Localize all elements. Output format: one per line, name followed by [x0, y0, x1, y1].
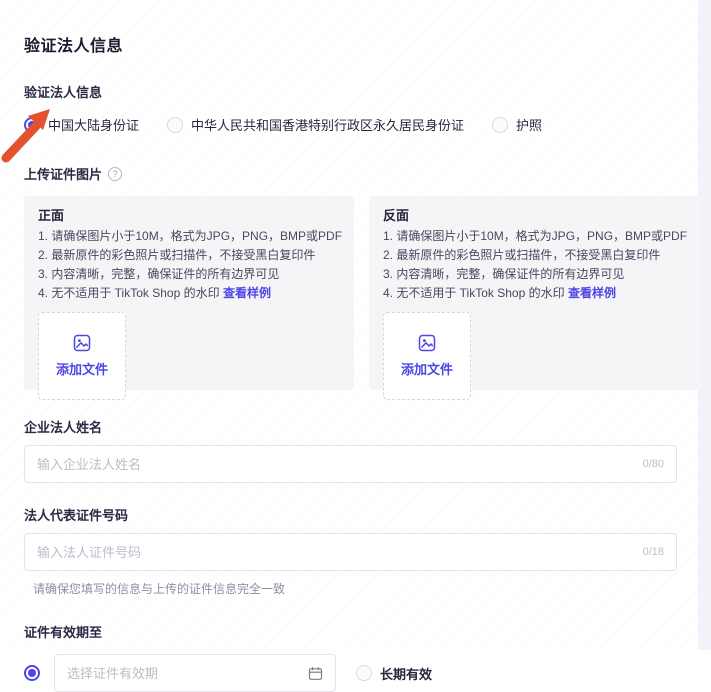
- card-front-title: 正面: [38, 208, 65, 223]
- legal-name-field[interactable]: 0/80: [24, 445, 677, 483]
- id-number-helper: 请确保您填写的信息与上传的证件信息完全一致: [33, 582, 286, 596]
- radio-unselected-icon[interactable]: [356, 665, 372, 681]
- rule-item: 1. 请确保图片小于10M，格式为JPG，PNG，BMP或PDF: [383, 229, 688, 243]
- radio-mainland-id-label: 中国大陆身份证: [48, 118, 140, 133]
- long-term-label: 长期有效: [380, 666, 433, 682]
- add-file-dropzone-back[interactable]: 添加文件: [383, 312, 471, 400]
- legal-name-input[interactable]: [37, 456, 635, 472]
- id-number-input[interactable]: [37, 544, 635, 560]
- view-sample-link[interactable]: 查看样例: [223, 286, 271, 300]
- radio-passport[interactable]: 护照: [492, 115, 542, 134]
- upload-card-front: 正面 1. 请确保图片小于10M，格式为JPG，PNG，BMP或PDF 2. 最…: [24, 196, 354, 400]
- upload-section-label: 上传证件图片: [24, 167, 103, 182]
- date-picker-field[interactable]: [54, 654, 336, 692]
- radio-long-term[interactable]: 长期有效: [356, 664, 432, 683]
- radio-hk-permanent-id-label: 中华人民共和国香港特别行政区永久居民身份证: [191, 118, 465, 133]
- rule-item: 3. 内容清晰，完整，确保证件的所有边界可见: [383, 267, 625, 281]
- radio-selected-icon[interactable]: [24, 116, 40, 133]
- radio-date-selected[interactable]: [24, 665, 40, 681]
- verify-legal-person-panel: 验证法人信息 验证法人信息 中国大陆身份证 中华人民共和国香港特别行政区永久居民…: [1, 32, 702, 692]
- id-type-radio-group: 中国大陆身份证 中华人民共和国香港特别行政区永久居民身份证 护照: [24, 115, 677, 134]
- rule-item: 4. 无不适用于 TikTok Shop 的水印 查看样例: [38, 286, 271, 300]
- radio-unselected-icon[interactable]: [492, 116, 509, 133]
- legal-name-counter: 0/80: [642, 458, 664, 470]
- card-back-rules: 1. 请确保图片小于10M，格式为JPG，PNG，BMP或PDF 2. 最新原件…: [383, 227, 687, 303]
- upload-card-back: 反面 1. 请确保图片小于10M，格式为JPG，PNG，BMP或PDF 2. 最…: [369, 196, 702, 400]
- add-file-dropzone-front[interactable]: 添加文件: [38, 312, 126, 400]
- radio-unselected-icon[interactable]: [167, 116, 184, 133]
- id-number-counter: 0/18: [642, 546, 664, 558]
- card-back-title: 反面: [383, 208, 410, 223]
- id-number-label: 法人代表证件号码: [24, 508, 129, 523]
- radio-mainland-id[interactable]: 中国大陆身份证: [24, 115, 139, 134]
- add-file-label: 添加文件: [400, 362, 453, 377]
- validity-row: 长期有效: [24, 654, 677, 692]
- upload-cards: 正面 1. 请确保图片小于10M，格式为JPG，PNG，BMP或PDF 2. 最…: [24, 196, 702, 400]
- rule-item: 2. 最新原件的彩色照片或扫描件，不接受黑白复印件: [383, 248, 661, 262]
- rule-item: 3. 内容清晰，完整，确保证件的所有边界可见: [38, 267, 280, 281]
- date-picker-input[interactable]: [67, 665, 300, 681]
- help-question-icon[interactable]: ?: [108, 166, 123, 181]
- image-icon: [418, 334, 436, 352]
- image-icon: [73, 334, 91, 352]
- legal-name-label: 企业法人姓名: [24, 420, 103, 435]
- rule-item: 1. 请确保图片小于10M，格式为JPG，PNG，BMP或PDF: [38, 229, 343, 243]
- validity-label: 证件有效期至: [24, 625, 103, 640]
- view-sample-link[interactable]: 查看样例: [568, 286, 616, 300]
- add-file-label: 添加文件: [55, 362, 108, 377]
- rule-item: 2. 最新原件的彩色照片或扫描件，不接受黑白复印件: [38, 248, 316, 262]
- id-type-section-label: 验证法人信息: [24, 85, 103, 100]
- radio-hk-permanent-id[interactable]: 中华人民共和国香港特别行政区永久居民身份证: [167, 115, 464, 134]
- id-number-field[interactable]: 0/18: [24, 533, 677, 571]
- calendar-icon[interactable]: [308, 666, 323, 681]
- radio-passport-label: 护照: [516, 118, 543, 133]
- card-front-rules: 1. 请确保图片小于10M，格式为JPG，PNG，BMP或PDF 2. 最新原件…: [38, 227, 343, 303]
- rule-item: 4. 无不适用于 TikTok Shop 的水印 查看样例: [383, 286, 616, 300]
- page-title: 验证法人信息: [24, 38, 124, 55]
